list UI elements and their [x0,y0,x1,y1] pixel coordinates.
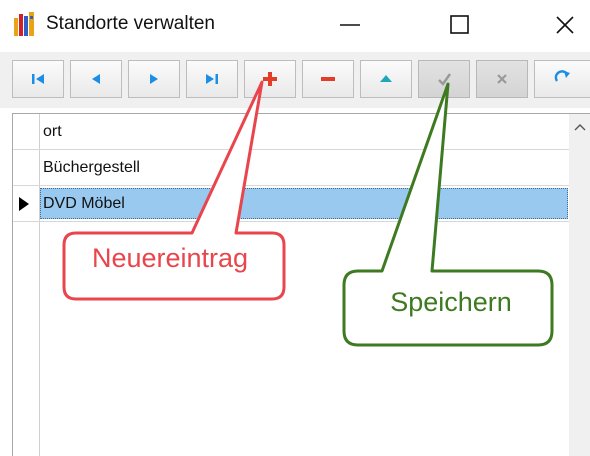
checkmark-icon [438,73,452,86]
chevron-up-icon [574,124,586,131]
first-icon [32,74,44,84]
callout-save-label: Speichern [390,287,512,317]
first-record-button[interactable] [12,60,64,98]
current-row-pointer-icon [19,197,29,211]
table-row[interactable]: Büchergestell [13,150,569,186]
last-record-button[interactable] [186,60,238,98]
close-button[interactable] [545,0,585,50]
close-icon [556,16,574,34]
next-record-button[interactable] [128,60,180,98]
insert-record-button[interactable] [244,60,296,98]
prior-icon [92,74,100,84]
callout-new-entry-label: Neuereintrag [91,243,249,273]
table-cell: Büchergestell [43,159,140,176]
title-bar: Standorte verwalten [0,0,590,50]
edit-record-button[interactable] [360,60,412,98]
minimize-icon [340,24,360,26]
maximize-icon [450,15,469,34]
edit-triangle-icon [380,75,392,82]
post-record-button[interactable] [418,60,470,98]
column-header-ort: ort [43,123,62,140]
x-icon [497,74,507,84]
window-title: Standorte verwalten [46,13,215,34]
refresh-icon [554,70,570,82]
last-icon [206,74,218,84]
db-navigator-toolbar [0,52,590,108]
minus-icon [321,77,335,81]
table-cell: DVD Möbel [43,195,125,212]
prior-record-button[interactable] [70,60,122,98]
maximize-button[interactable] [440,0,480,50]
table-row-selected[interactable]: DVD Möbel [13,186,569,222]
refresh-button[interactable] [534,60,590,98]
plus-icon [263,72,277,86]
cancel-edit-button[interactable] [476,60,528,98]
books-icon [14,12,34,36]
vertical-scrollbar[interactable] [569,114,590,456]
scroll-up-button[interactable] [572,120,588,134]
column-header[interactable]: ort [13,114,569,150]
delete-record-button[interactable] [302,60,354,98]
next-icon [150,74,158,84]
minimize-button[interactable] [330,0,370,50]
data-grid: ort Büchergestell DVD Möbel [12,113,590,456]
